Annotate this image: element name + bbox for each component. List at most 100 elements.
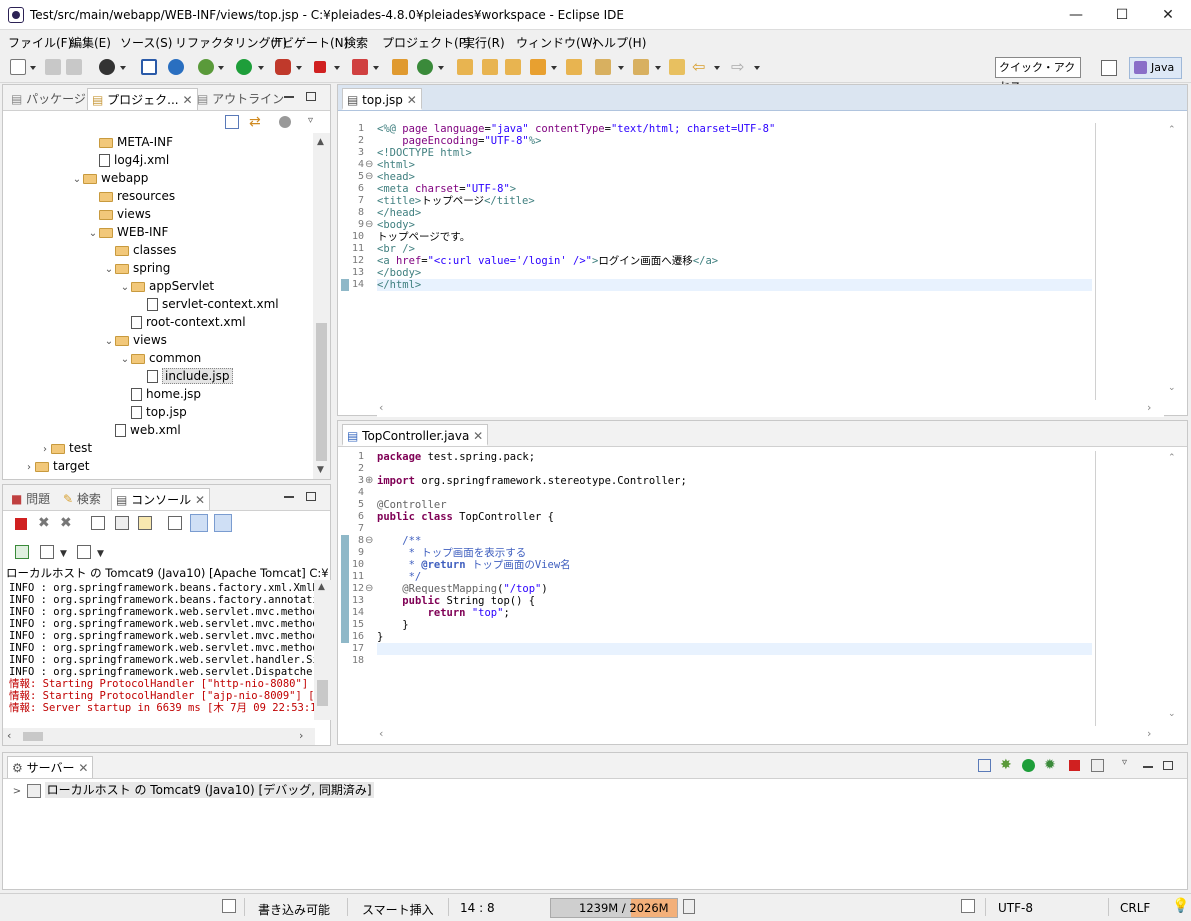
open-folder-icon[interactable] — [566, 59, 582, 75]
new-icon[interactable] — [10, 59, 26, 75]
menu-help[interactable]: ヘルプ(H) — [592, 34, 646, 51]
expand-toggle-icon[interactable]: ⌄ — [119, 279, 131, 297]
collapse-all-icon[interactable] — [225, 115, 239, 129]
java-scrollbar-v[interactable]: ⌃ ⌄ — [1164, 451, 1181, 726]
server-item[interactable]: > ローカルホスト の Tomcat9 (Java10) [デバッグ, 同期済み… — [11, 781, 411, 799]
tree-item[interactable]: log4j.xml — [87, 151, 169, 169]
settings-icon[interactable] — [168, 59, 184, 75]
deploy-icon[interactable] — [352, 59, 368, 75]
show-stdout-icon[interactable] — [190, 514, 208, 532]
close-button[interactable]: ✕ — [1145, 0, 1191, 30]
tree-item[interactable]: ⌄ common — [119, 349, 201, 367]
run-icon[interactable] — [236, 59, 252, 75]
menu-file[interactable]: ファイル(F) — [8, 34, 72, 51]
tab-top-jsp[interactable]: ▤ top.jsp ✕ — [342, 88, 422, 110]
tab-problems[interactable]: ■ 問題 — [7, 488, 54, 510]
tree-item[interactable]: web.xml — [103, 421, 181, 439]
tip-icon[interactable]: 💡 — [1172, 898, 1189, 914]
back-icon[interactable]: ⇦ — [692, 59, 708, 75]
status-icon[interactable] — [222, 899, 236, 913]
fold-toggle-icon[interactable]: ⊖ — [365, 583, 373, 595]
menu-project[interactable]: プロジェクト(P) — [382, 34, 471, 51]
java-perspective-button[interactable]: Java — [1129, 57, 1182, 79]
tree-item[interactable]: include.jsp — [135, 367, 233, 385]
previous-annotation-icon[interactable] — [633, 59, 649, 75]
expand-toggle-icon[interactable]: ⌄ — [119, 351, 131, 369]
expand-toggle-icon[interactable]: ⌄ — [71, 171, 83, 189]
maximize-panel-icon[interactable] — [306, 92, 316, 101]
open-task-icon[interactable] — [482, 59, 498, 75]
jsp-code-area[interactable]: <%@ page language="java" contentType="te… — [377, 123, 1092, 415]
fold-toggle-icon[interactable]: ⊖ — [365, 219, 373, 231]
scroll-lock-icon[interactable] — [115, 516, 129, 530]
external-tools-icon[interactable] — [275, 59, 291, 75]
tree-item[interactable]: servlet-context.xml — [135, 295, 279, 313]
expand-toggle-icon[interactable]: ⌄ — [103, 333, 115, 351]
save-all-icon[interactable] — [66, 59, 82, 75]
tab-top-controller-java[interactable]: ▤ TopController.java ✕ — [342, 424, 489, 446]
servers-view-menu-icon[interactable]: ▿ — [1122, 757, 1127, 768]
maximize-console-icon[interactable] — [306, 492, 316, 501]
tree-item[interactable]: ⌄ WEB-INF — [87, 223, 169, 243]
new-class-icon[interactable] — [417, 59, 433, 75]
minimize-panel-icon[interactable] — [284, 96, 294, 98]
show-stderr-icon[interactable] — [214, 514, 232, 532]
start-server-icon[interactable] — [1022, 759, 1035, 772]
tab-servers[interactable]: ⚙ サーバー ✕ — [7, 756, 94, 778]
tree-item[interactable]: root-context.xml — [119, 313, 246, 331]
display-console-icon[interactable] — [40, 545, 54, 559]
profile-server-icon[interactable]: ✹ — [1044, 757, 1056, 773]
expand-toggle-icon[interactable]: › — [23, 459, 35, 477]
next-annotation-icon[interactable] — [595, 59, 611, 75]
fold-toggle-icon[interactable]: ⊖ — [365, 171, 373, 183]
link-editor-icon[interactable]: ⇄ — [249, 115, 263, 129]
forward-icon[interactable]: ⇨ — [731, 59, 747, 75]
tree-item[interactable]: ⌄ views — [103, 331, 167, 349]
explorer-scroll-thumb[interactable] — [316, 323, 327, 461]
menu-run[interactable]: 実行(R) — [463, 34, 505, 51]
fold-toggle-icon[interactable]: ⊖ — [365, 159, 373, 171]
collapse-servers-icon[interactable] — [978, 759, 991, 772]
tree-item[interactable]: top.jsp — [119, 403, 187, 421]
new-package-icon[interactable] — [392, 59, 408, 75]
jsp-scrollbar-v[interactable]: ⌃ ⌄ — [1164, 123, 1181, 400]
view-menu-icon[interactable]: ▿ — [308, 115, 313, 126]
publish-icon[interactable] — [1091, 759, 1104, 772]
tab-console[interactable]: ▤ コンソール ✕ — [111, 488, 211, 510]
menu-window[interactable]: ウィンドウ(W) — [516, 34, 597, 51]
tree-item[interactable]: ⌄ webapp — [71, 169, 149, 189]
tree-item[interactable]: views — [87, 205, 151, 223]
fold-toggle-icon[interactable]: ⊕ — [365, 475, 373, 487]
maximize-button[interactable]: ☐ — [1099, 0, 1145, 30]
remove-all-icon[interactable]: ✖ — [60, 515, 72, 531]
open-type-icon[interactable] — [457, 59, 473, 75]
remove-launch-icon[interactable]: ✖ — [38, 515, 50, 531]
terminate-icon[interactable] — [15, 518, 27, 530]
filter-icon[interactable] — [279, 116, 291, 128]
minimize-button[interactable]: — — [1053, 0, 1099, 30]
explorer-scrollbar[interactable]: ▲ ▼ — [313, 133, 330, 479]
open-console-icon[interactable] — [15, 545, 29, 559]
expand-toggle-icon[interactable]: ⌄ — [87, 225, 99, 243]
clear-console-icon[interactable] — [91, 516, 105, 530]
tree-item[interactable]: ⌄ spring — [103, 259, 171, 277]
tree-item[interactable]: ⌄ appServlet — [119, 277, 214, 295]
tree-item[interactable]: resources — [87, 187, 175, 205]
debug-server-icon[interactable]: ✸ — [1000, 757, 1012, 773]
search-folder-icon[interactable] — [505, 59, 521, 75]
debug-icon[interactable] — [198, 59, 214, 75]
fold-toggle-icon[interactable]: ⊖ — [365, 535, 373, 547]
tab-outline[interactable]: ▤ アウトライン — [193, 88, 288, 110]
pen-icon[interactable] — [530, 59, 546, 75]
tree-item[interactable]: classes — [103, 241, 176, 259]
tree-item[interactable]: › target — [23, 457, 90, 475]
maximize-servers-icon[interactable] — [1163, 761, 1173, 770]
line-ending-status[interactable]: CRLF — [1120, 901, 1150, 915]
menu-source[interactable]: ソース(S) — [120, 34, 172, 51]
terminal-icon[interactable] — [141, 59, 157, 75]
encoding-status[interactable]: UTF-8 — [998, 901, 1033, 915]
quick-access-input[interactable]: クイック・アクセス — [995, 57, 1081, 93]
minimize-console-icon[interactable] — [284, 496, 294, 498]
minimize-servers-icon[interactable] — [1143, 766, 1153, 768]
gc-icon[interactable] — [683, 899, 695, 914]
